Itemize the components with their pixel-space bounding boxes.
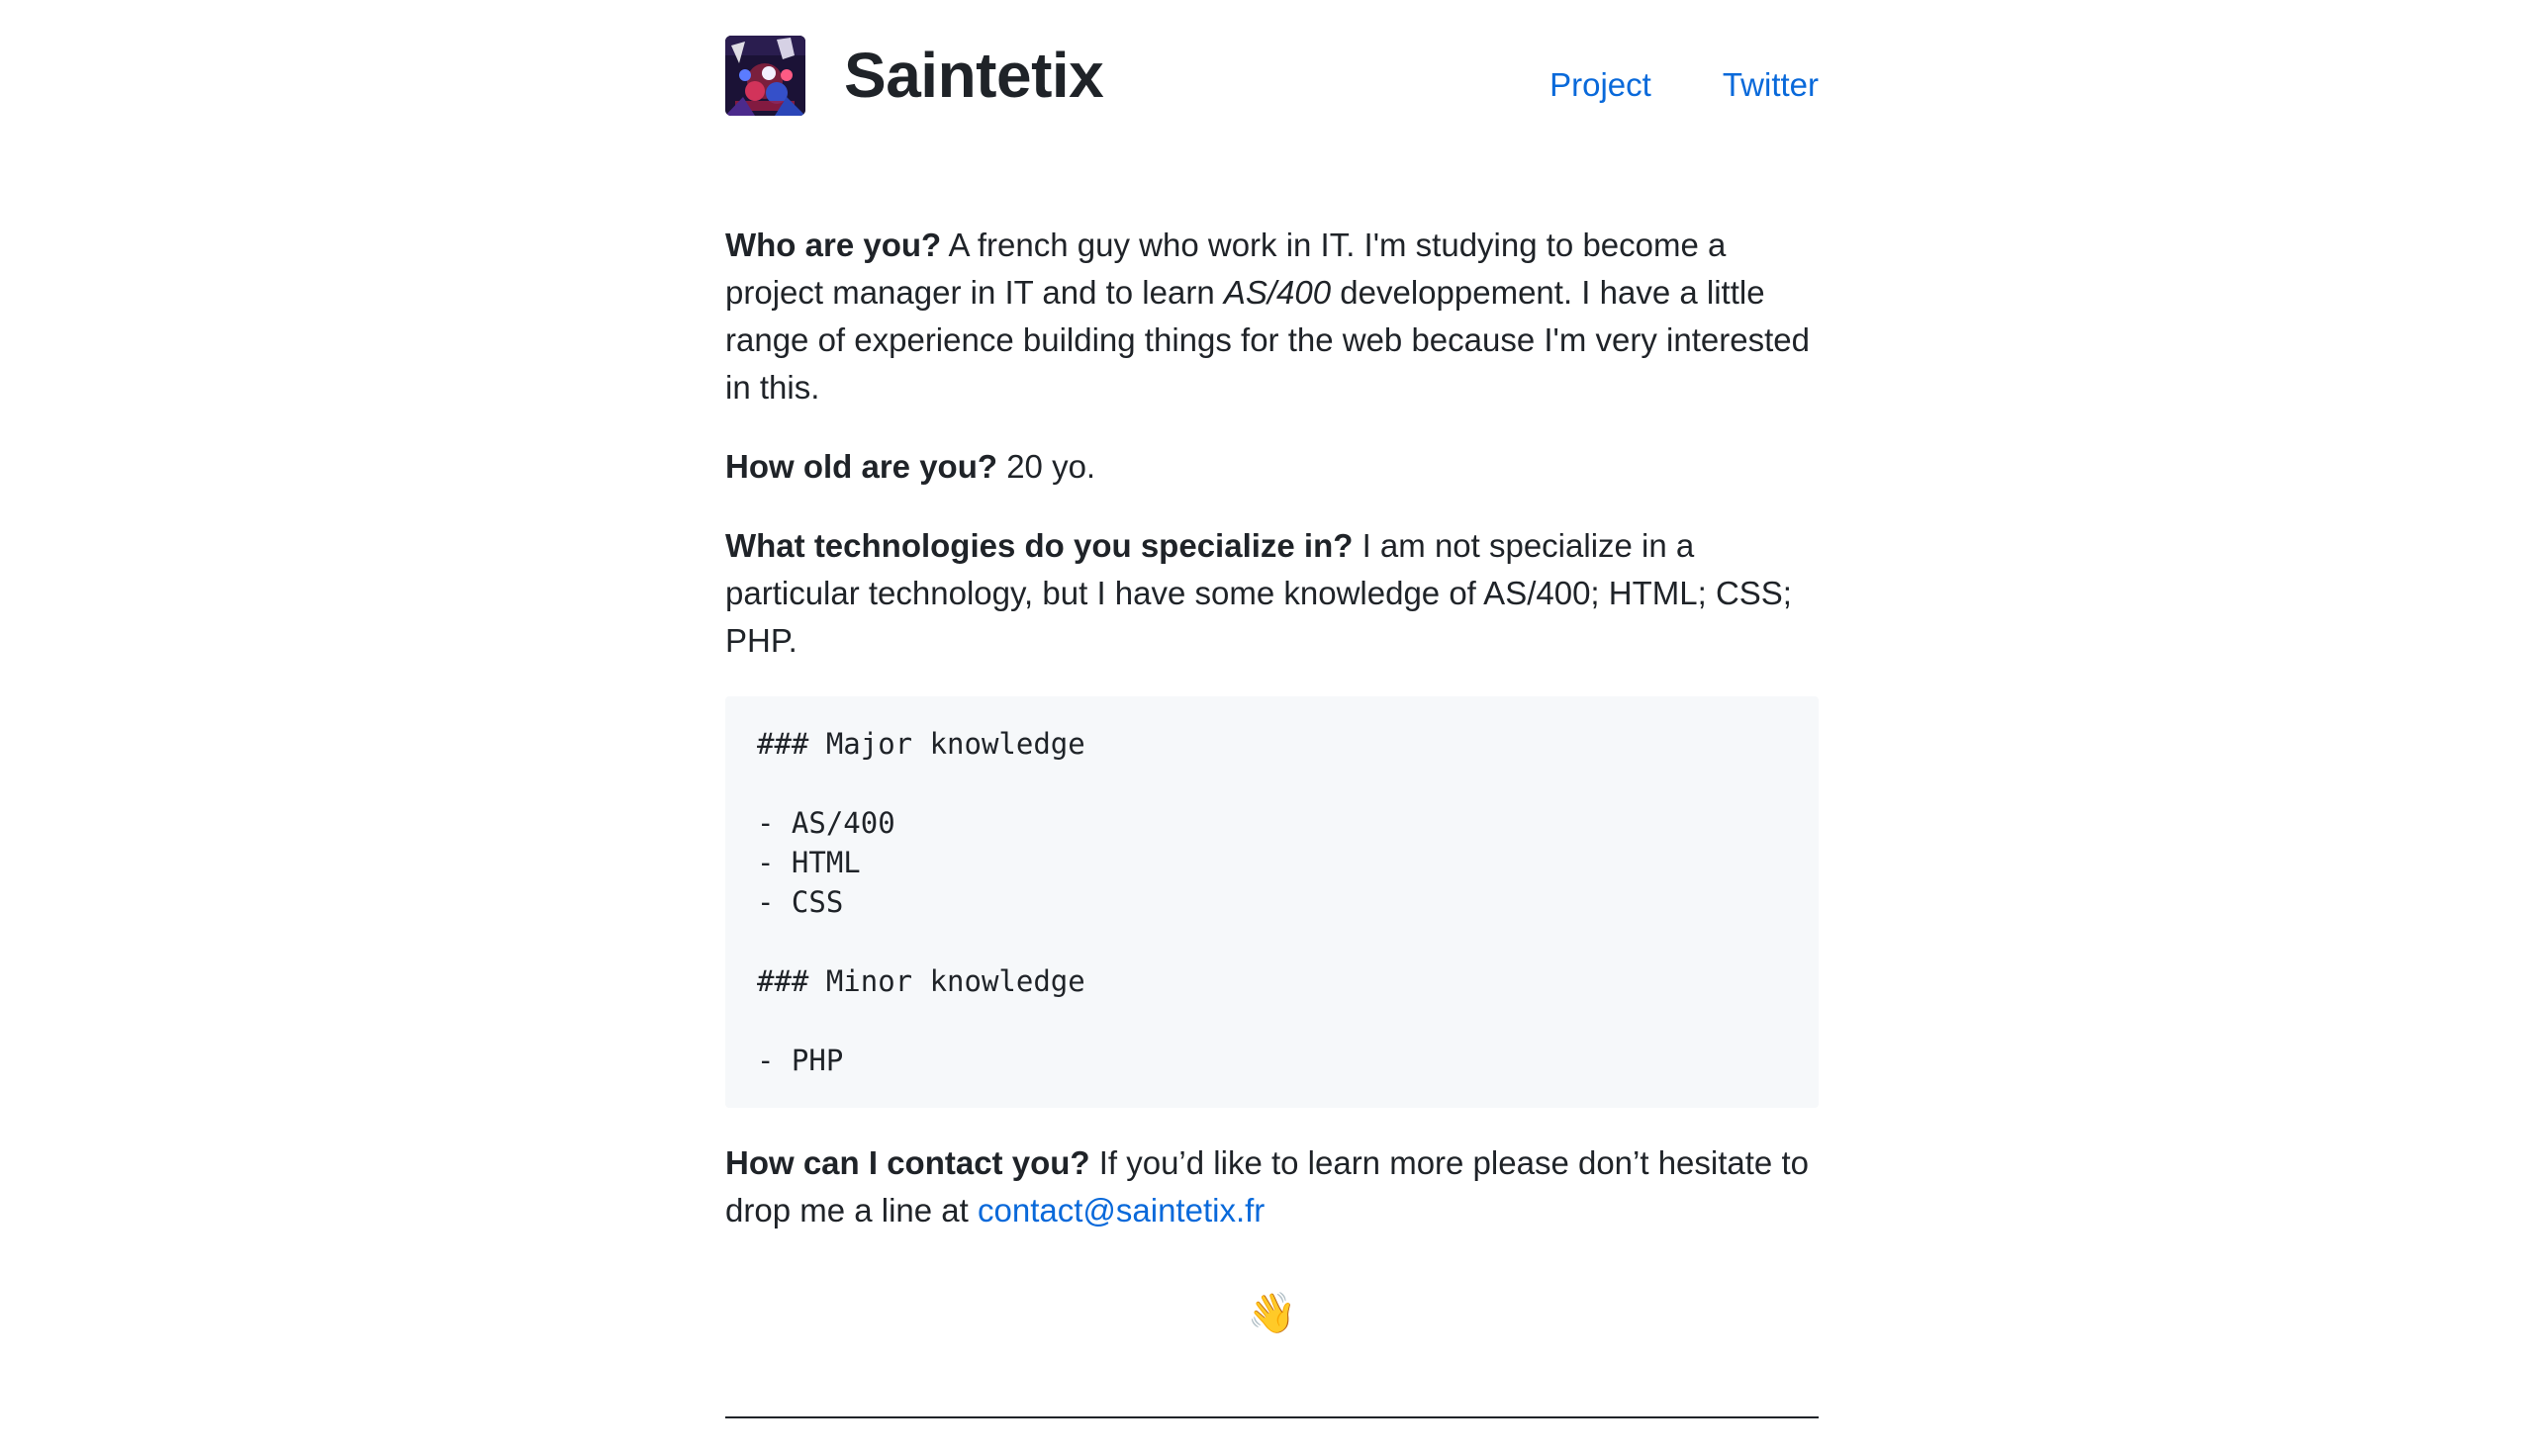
main-content: Who are you? A french guy who work in IT… [725,222,1819,1343]
technologies-question: What technologies do you specialize in? [725,527,1354,564]
main-nav: Project Twitter [1549,63,1819,107]
knowledge-code-block: ### Major knowledge - AS/400 - HTML - CS… [725,696,1819,1108]
footer-divider [725,1416,1819,1418]
nav-link-project[interactable]: Project [1549,63,1651,107]
as400-emphasis: AS/400 [1223,274,1332,311]
technologies-paragraph: What technologies do you specialize in? … [725,522,1819,665]
age-question: How old are you? [725,448,998,485]
contact-paragraph: How can I contact you? If you’d like to … [725,1139,1819,1234]
contact-question: How can I contact you? [725,1144,1090,1181]
site-title[interactable]: Saintetix [844,34,1104,117]
who-are-you-question: Who are you? [725,227,942,263]
contact-email-link[interactable]: contact@saintetix.fr [978,1192,1265,1228]
site-header: Saintetix Project Twitter [725,0,1819,138]
page: Saintetix Project Twitter Who are you? A… [725,0,1819,1418]
nav-link-twitter[interactable]: Twitter [1723,63,1819,107]
avatar-image [725,36,805,116]
avatar[interactable] [725,36,805,116]
age-paragraph: How old are you? 20 yo. [725,443,1819,491]
who-are-you-paragraph: Who are you? A french guy who work in IT… [725,222,1819,411]
age-answer: 20 yo. [997,448,1096,485]
waving-hand-emoji: 👋 [1247,1292,1297,1335]
